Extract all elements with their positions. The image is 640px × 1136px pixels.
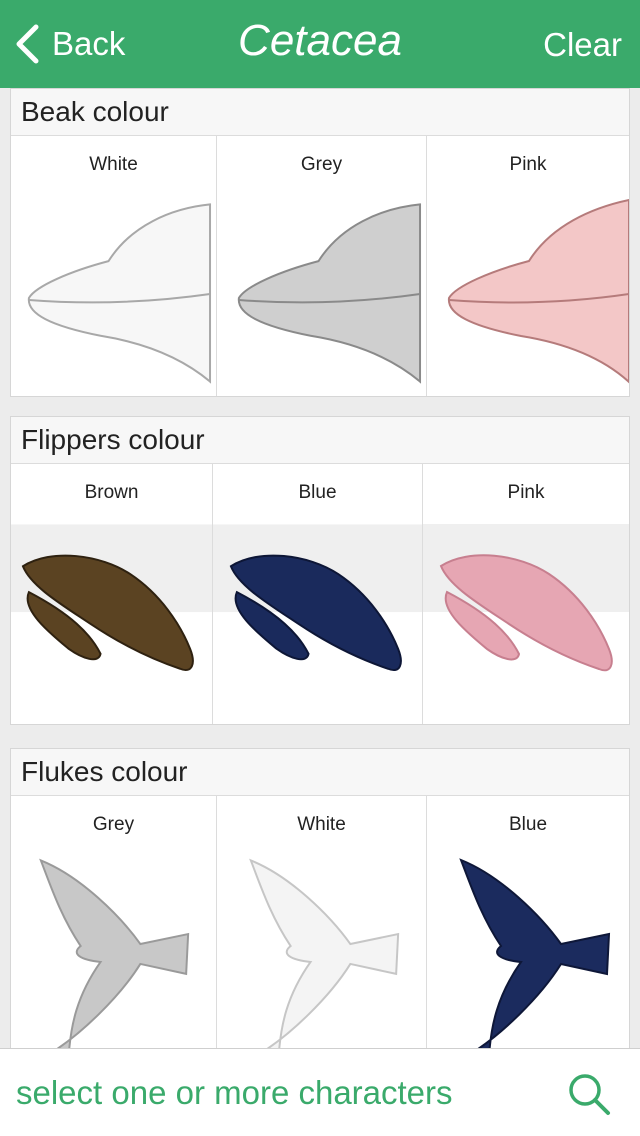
option-label: Blue [508, 814, 548, 835]
navigation-bar: Back Cetacea Clear [0, 0, 640, 88]
section-title: Beak colour [11, 89, 629, 136]
section-title: Flukes colour [11, 749, 629, 796]
option-flippers-blue[interactable]: Blue [213, 464, 423, 724]
fluke-white-image [249, 858, 400, 1048]
section-flippers-colour: Flippers colour Brown Blue Pink [10, 416, 630, 725]
option-beak-pink[interactable]: Pink [427, 136, 629, 396]
fluke-blue-image [459, 858, 611, 1048]
option-label: Brown [84, 482, 139, 503]
beak-pink-image [447, 198, 629, 384]
option-beak-grey[interactable]: Grey [217, 136, 427, 396]
option-label: Pink [509, 154, 547, 175]
beak-white-image [27, 203, 212, 384]
search-input[interactable] [16, 1071, 536, 1115]
section-title: Flippers colour [11, 417, 629, 464]
search-icon[interactable] [566, 1071, 612, 1117]
clear-button[interactable]: Clear [543, 26, 622, 64]
search-bar [0, 1048, 640, 1136]
option-label: Blue [298, 482, 337, 503]
fluke-grey-image [39, 858, 190, 1048]
option-beak-white[interactable]: White [11, 136, 217, 396]
option-flukes-white[interactable]: White [217, 796, 427, 1048]
option-flippers-pink[interactable]: Pink [423, 464, 629, 724]
option-label: Grey [92, 814, 135, 835]
flipper-pink-image [423, 524, 629, 672]
option-label: Pink [507, 482, 545, 503]
option-label: Grey [300, 154, 343, 175]
option-label: White [89, 154, 138, 175]
flipper-brown-image [11, 524, 212, 671]
option-flippers-brown[interactable]: Brown [11, 464, 213, 724]
flipper-blue-image [213, 524, 422, 671]
character-list[interactable]: Beak colour White Grey Pink Flippers col… [0, 88, 640, 1048]
beak-grey-image [237, 203, 422, 384]
option-flukes-grey[interactable]: Grey [11, 796, 217, 1048]
option-flukes-blue[interactable]: Blue [427, 796, 629, 1048]
section-flukes-colour: Flukes colour Grey White Blue [10, 748, 630, 1048]
section-beak-colour: Beak colour White Grey Pink [10, 88, 630, 397]
option-label: White [297, 814, 346, 835]
